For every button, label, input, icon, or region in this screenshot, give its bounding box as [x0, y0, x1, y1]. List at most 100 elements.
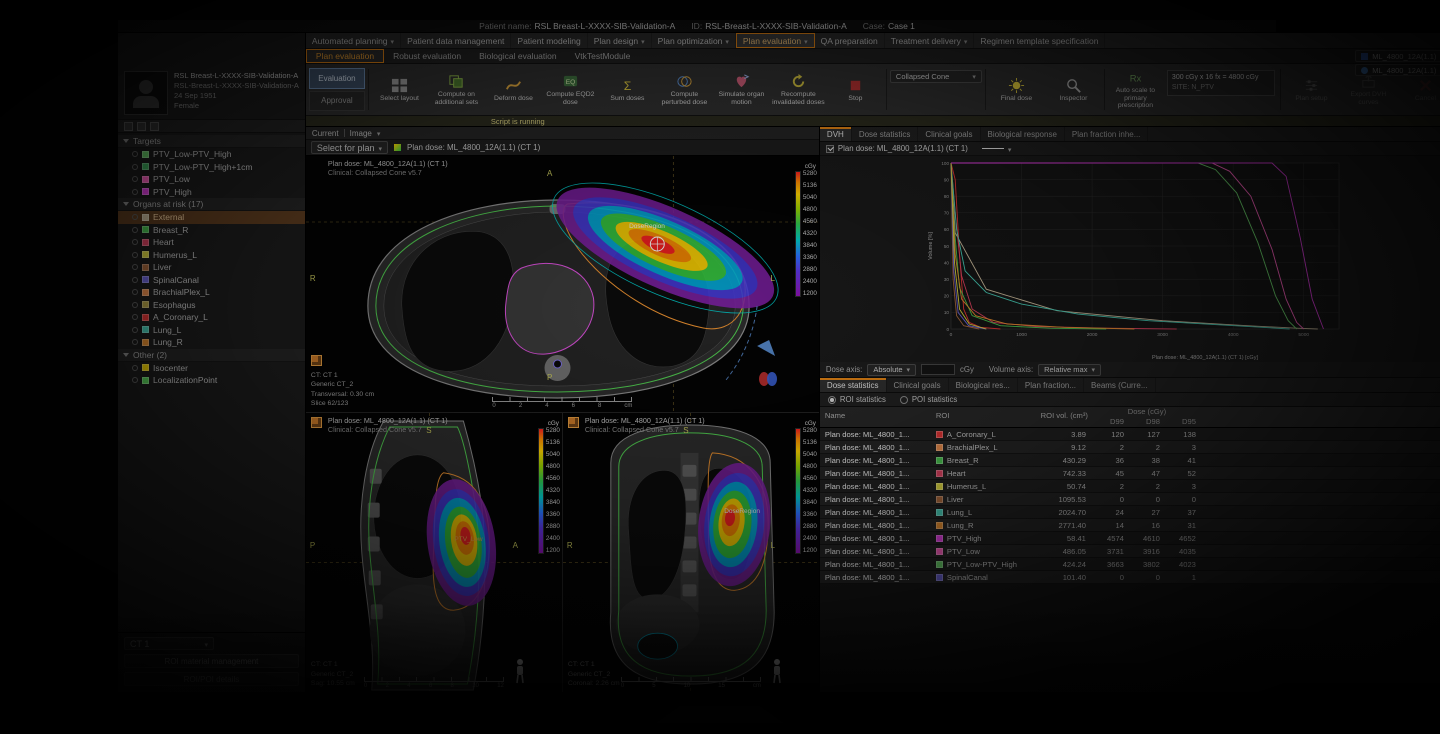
select-for-plan-dropdown[interactable]: Select for plan [311, 141, 388, 154]
roi-item-ptv-high[interactable]: PTV_High [118, 186, 305, 199]
list-icon[interactable] [124, 122, 133, 131]
section-targets[interactable]: Targets [118, 135, 305, 148]
visibility-icon[interactable] [132, 314, 138, 320]
mode-evaluation[interactable]: Evaluation [309, 68, 365, 89]
stats-row-lung-l[interactable]: Plan dose: ML_4800_1...Lung_L2024.702427… [820, 506, 1440, 519]
roi-item-ptv-low-ptv-high[interactable]: PTV_Low-PTV_High [118, 148, 305, 161]
menu-plan-design[interactable]: Plan design [588, 33, 652, 48]
tab-clinical-goals[interactable]: Clinical goals [918, 127, 980, 141]
visibility-icon[interactable] [132, 327, 138, 333]
visibility-icon[interactable] [132, 214, 138, 220]
stats-row-ptv-high[interactable]: Plan dose: ML_4800_1...PTV_High58.414574… [820, 532, 1440, 545]
menu-automated-planning[interactable]: Automated planning [306, 33, 401, 48]
visibility-icon[interactable] [132, 164, 138, 170]
tab-image[interactable]: Image [350, 129, 372, 138]
roi-item-localizationpoint[interactable]: LocalizationPoint [118, 374, 305, 387]
deform-dose-button[interactable]: Deform dose [486, 66, 541, 113]
visibility-icon[interactable] [132, 302, 138, 308]
inspector-button[interactable]: Inspector [1046, 66, 1101, 113]
select-layout-button[interactable]: Select layout [372, 66, 427, 113]
stats-tab-beams-curre[interactable]: Beams (Curre... [1084, 378, 1155, 392]
stop-button[interactable]: Stop [828, 66, 883, 113]
dose-axis-input[interactable] [921, 364, 955, 375]
patient-model-icon[interactable] [757, 370, 779, 388]
ct-view-transversal[interactable]: Plan dose: ML_4800_12A(1.1) (CT 1) Clini… [306, 156, 819, 412]
tab-current[interactable]: Current [312, 129, 339, 138]
stats-tab-biological-res[interactable]: Biological res... [949, 378, 1018, 392]
roi-item-lung-r[interactable]: Lung_R [118, 336, 305, 349]
radio-poi-statistics[interactable]: POI statistics [900, 395, 958, 404]
roi-material-management-button[interactable]: ROI material management [124, 654, 299, 668]
recompute-invalidated-doses-button[interactable]: Recompute invalidated doses [771, 66, 826, 113]
stats-row-liver[interactable]: Plan dose: ML_4800_1...Liver1095.53000 [820, 493, 1440, 506]
visibility-icon[interactable] [132, 264, 138, 270]
menu-plan-evaluation[interactable]: Plan evaluation [736, 33, 815, 48]
stats-row-heart[interactable]: Plan dose: ML_4800_1...Heart742.33454752 [820, 467, 1440, 480]
roi-item-external[interactable]: External [118, 211, 305, 224]
visibility-icon[interactable] [132, 252, 138, 258]
visibility-icon[interactable] [132, 277, 138, 283]
visibility-icon[interactable] [132, 377, 138, 383]
plan-setup-button[interactable]: Plan setup [1284, 66, 1339, 113]
module-tab-biological-evaluation[interactable]: Biological evaluation [470, 49, 566, 63]
roi-item-breast-r[interactable]: Breast_R [118, 224, 305, 237]
visibility-icon[interactable] [132, 339, 138, 345]
roi-item-esophagus[interactable]: Esophagus [118, 299, 305, 312]
tab-dose-statistics[interactable]: Dose statistics [852, 127, 919, 141]
dose-axis-dropdown[interactable]: Absolute [867, 364, 916, 376]
radio-roi-statistics[interactable]: ROI statistics [828, 395, 886, 404]
dvh-chart[interactable]: 0102030405060708090100010002000300040005… [820, 156, 1440, 362]
roi-item-heart[interactable]: Heart [118, 236, 305, 249]
compute-on-additional-sets-button[interactable]: Compute on additional sets [429, 66, 484, 113]
menu-patient-data-management[interactable]: Patient data management [401, 33, 511, 48]
plan-selector-1[interactable]: ML_4800_12A(1.1) [1355, 50, 1440, 62]
dvh-legend-checkbox[interactable] [826, 145, 834, 153]
ct-view-coronal[interactable]: Plan dose: ML_4800_12A(1.1) (CT 1) Clini… [563, 412, 819, 692]
roi-item-spinalcanal[interactable]: SpinalCanal [118, 274, 305, 287]
roi-item-lung-l[interactable]: Lung_L [118, 324, 305, 337]
stats-row-brachialplex-l[interactable]: Plan dose: ML_4800_1...BrachialPlex_L9.1… [820, 441, 1440, 454]
final-dose-button[interactable]: Final dose [989, 66, 1044, 113]
menu-plan-optimization[interactable]: Plan optimization [652, 33, 736, 48]
stats-row-breast-r[interactable]: Plan dose: ML_4800_1...Breast_R430.29363… [820, 454, 1440, 467]
roi-poi-details-button[interactable]: ROI/POI details [124, 672, 299, 686]
menu-treatment-delivery[interactable]: Treatment delivery [885, 33, 975, 48]
stats-row-ptv-low-ptv-high[interactable]: Plan dose: ML_4800_1...PTV_Low-PTV_High4… [820, 558, 1440, 571]
stats-row-ptv-low[interactable]: Plan dose: ML_4800_1...PTV_Low486.053731… [820, 545, 1440, 558]
roi-item-brachialplex-l[interactable]: BrachialPlex_L [118, 286, 305, 299]
stats-row-humerus-l[interactable]: Plan dose: ML_4800_1...Humerus_L50.74223 [820, 480, 1440, 493]
chevron-down-icon[interactable] [1008, 144, 1012, 154]
section-organs-at-risk-17[interactable]: Organs at risk (17) [118, 198, 305, 211]
visibility-icon[interactable] [132, 227, 138, 233]
image-set-dropdown[interactable]: CT 1 [124, 637, 214, 650]
algorithm-dropdown[interactable]: Collapsed Cone [890, 70, 982, 83]
volume-axis-dropdown[interactable]: Relative max [1038, 364, 1101, 376]
settings-icon[interactable] [150, 122, 159, 131]
module-tab-robust-evaluation[interactable]: Robust evaluation [384, 49, 470, 63]
ct-view-sagittal[interactable]: Plan dose: ML_4800_12A(1.1) (CT 1) Clini… [306, 412, 563, 692]
orientation-cube-icon[interactable] [311, 355, 322, 366]
roi-item-ptv-low-ptv-high-1cm[interactable]: PTV_Low-PTV_High+1cm [118, 161, 305, 174]
orientation-cube-icon[interactable] [311, 417, 322, 428]
module-tab-vtktestmodule[interactable]: VtkTestModule [566, 49, 640, 63]
tab-dvh[interactable]: DVH [820, 127, 852, 141]
roi-item-ptv-low[interactable]: PTV_Low [118, 173, 305, 186]
stats-row-a-coronary-l[interactable]: Plan dose: ML_4800_1...A_Coronary_L3.891… [820, 428, 1440, 441]
section-other-2[interactable]: Other (2) [118, 349, 305, 362]
mode-approval[interactable]: Approval [309, 91, 365, 112]
patient-model-icon[interactable] [512, 658, 528, 684]
roi-item-a-coronary-l[interactable]: A_Coronary_L [118, 311, 305, 324]
stats-tab-dose-statistics[interactable]: Dose statistics [820, 378, 887, 392]
tab-plan-fraction-inhe[interactable]: Plan fraction inhe... [1065, 127, 1148, 141]
visibility-icon[interactable] [132, 289, 138, 295]
menu-regimen-template-specification[interactable]: Regimen template specification [974, 33, 1105, 48]
menu-qa-preparation[interactable]: QA preparation [815, 33, 885, 48]
roi-item-isocenter[interactable]: Isocenter [118, 362, 305, 375]
compute-perturbed-dose-button[interactable]: Compute perturbed dose [657, 66, 712, 113]
stats-tab-plan-fraction[interactable]: Plan fraction... [1018, 378, 1084, 392]
patient-model-icon[interactable] [769, 658, 785, 684]
visibility-icon[interactable] [132, 239, 138, 245]
simulate-organ-motion-button[interactable]: Simulate organ motion [714, 66, 769, 113]
plan-selector-2[interactable]: ML_4800_12A(1.1) [1355, 64, 1440, 76]
roi-item-liver[interactable]: Liver [118, 261, 305, 274]
